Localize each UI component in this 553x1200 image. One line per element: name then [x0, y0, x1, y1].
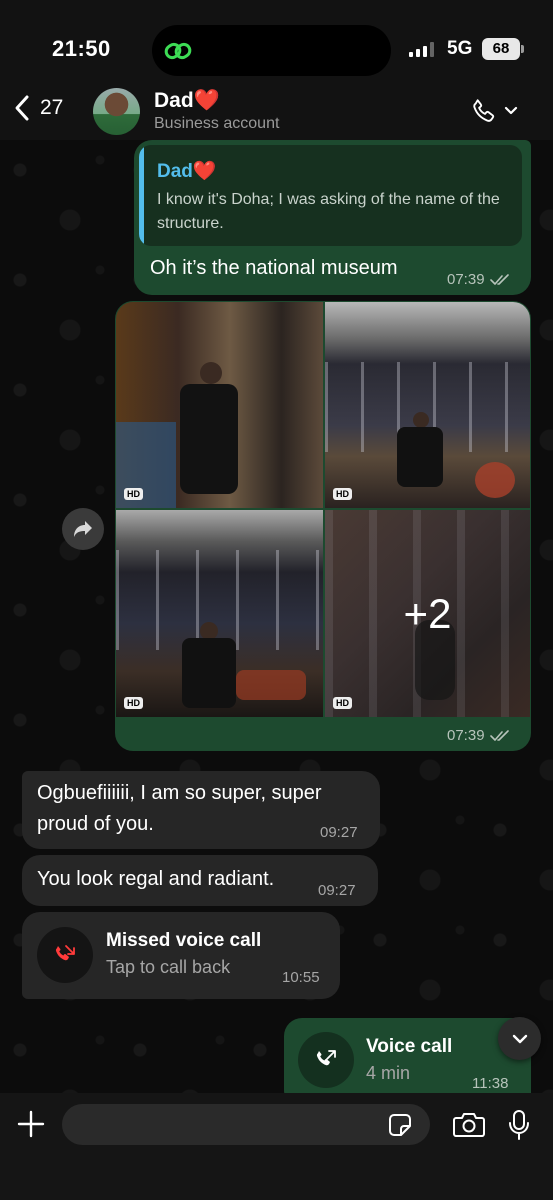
missed-call-icon [55, 945, 75, 961]
album-meta: 07:39 [447, 727, 510, 744]
plus-icon[interactable] [15, 1108, 47, 1140]
message-input[interactable] [62, 1104, 430, 1145]
double-check-icon [489, 729, 509, 741]
hd-badge: HD [333, 697, 352, 709]
contact-subtitle: Business account [154, 115, 280, 132]
incoming-message-bubble[interactable]: Ogbuefiiiiii, I am so super, super proud… [22, 771, 380, 849]
chevron-down-icon [504, 106, 518, 115]
message-time: 09:27 [318, 882, 356, 899]
incoming-message-bubble[interactable]: You look regal and radiant. 09:27 [22, 855, 378, 906]
network-type: 5G [447, 38, 473, 59]
sticker-icon[interactable] [388, 1113, 412, 1137]
missed-call-subtitle: Tap to call back [106, 957, 231, 977]
signal-icon [409, 41, 434, 57]
message-time: 10:55 [282, 969, 320, 986]
call-button[interactable] [470, 97, 518, 125]
hd-badge: HD [124, 697, 143, 709]
album-photo-3[interactable]: HD [116, 510, 323, 717]
voice-call-icon-circle [298, 1032, 354, 1088]
missed-call-title: Missed voice call [106, 930, 262, 951]
microphone-icon[interactable] [508, 1109, 530, 1141]
hd-badge: HD [124, 488, 143, 500]
missed-call-bubble[interactable]: Missed voice call Tap to call back 10:55 [22, 912, 340, 999]
album-photo-more[interactable]: +2 HD [325, 510, 530, 717]
chevron-down-icon [512, 1034, 527, 1043]
message-meta: 07:39 [447, 271, 510, 288]
camera-icon[interactable] [453, 1112, 485, 1138]
quoted-message[interactable]: Dad❤️ I know it's Doha; I was asking of … [139, 145, 522, 246]
message-time: 09:27 [320, 824, 358, 841]
outgoing-album-bubble[interactable]: HD HD HD +2 HD 07:39 [115, 301, 531, 751]
contact-name[interactable]: Dad❤️ [154, 89, 220, 113]
quoted-text: I know it's Doha; I was asking of the na… [157, 191, 500, 232]
message-time: 07:39 [447, 727, 485, 744]
unread-count: 27 [40, 96, 64, 119]
chevron-left-icon [15, 95, 29, 121]
back-button[interactable]: 27 [14, 94, 63, 122]
message-time: 11:38 [472, 1075, 509, 1092]
hd-badge: HD [333, 488, 352, 500]
status-bar: 21:50 5G 68 [0, 0, 553, 88]
chat-area[interactable]: Dad❤️ I know it's Doha; I was asking of … [0, 140, 553, 1093]
forward-arrow-icon [74, 521, 92, 537]
battery-indicator: 68 [482, 38, 524, 60]
voice-call-bubble[interactable]: Voice call 4 min 11:38 [284, 1018, 531, 1093]
voice-call-title: Voice call [366, 1036, 453, 1057]
link-activity-icon [164, 42, 192, 60]
outgoing-reply-bubble[interactable]: Dad❤️ I know it's Doha; I was asking of … [134, 140, 531, 295]
voice-call-duration: 4 min [366, 1063, 411, 1083]
more-photos-count: +2 [403, 589, 452, 637]
missed-call-icon-circle [37, 927, 93, 983]
message-composer [0, 1093, 553, 1200]
phone-icon [473, 99, 495, 122]
contact-avatar[interactable] [93, 88, 140, 135]
message-text: You look regal and radiant. [37, 868, 275, 890]
album-photo-2[interactable]: HD [325, 302, 530, 508]
scroll-to-bottom-button[interactable] [498, 1017, 541, 1060]
album-photo-1[interactable]: HD [116, 302, 323, 508]
message-time: 07:39 [447, 271, 485, 288]
forward-button[interactable] [62, 508, 104, 550]
dynamic-island [152, 25, 391, 76]
chat-header: 27 Dad❤️ Business account [0, 88, 553, 140]
quoted-sender: Dad❤️ [157, 161, 217, 182]
message-text: Oh it’s the national museum [150, 257, 398, 279]
outgoing-call-icon [316, 1050, 336, 1066]
double-check-icon [489, 273, 509, 285]
status-time: 21:50 [52, 36, 111, 61]
